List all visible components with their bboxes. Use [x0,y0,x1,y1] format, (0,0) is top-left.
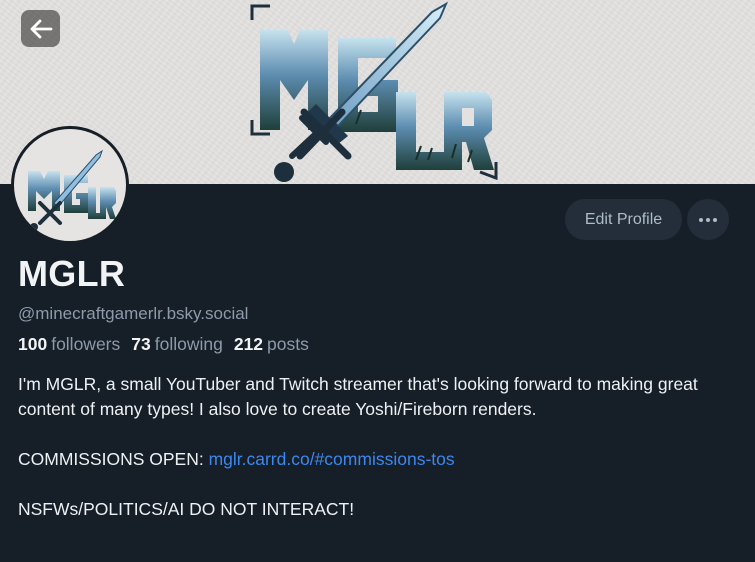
display-name: MGLR [18,253,126,294]
bio-intro: I'm MGLR, a small YouTuber and Twitch st… [18,374,698,419]
profile-bio: I'm MGLR, a small YouTuber and Twitch st… [18,372,738,522]
commissions-link[interactable]: mglr.carrd.co/#commissions-tos [209,449,455,469]
following-label: following [154,334,223,354]
posts-count: 212 [233,334,264,354]
followers-count: 100 [18,334,48,354]
arrow-left-icon [30,19,52,38]
more-options-button[interactable] [687,199,729,240]
back-button[interactable] [21,10,60,47]
ellipsis-icon [699,217,717,222]
posts-label: posts [267,334,309,354]
profile-stats: 100 followers 73 following 212 posts [18,334,309,355]
bio-commissions: COMMISSIONS OPEN: mglr.carrd.co/#commiss… [18,447,738,472]
commissions-prefix: COMMISSIONS OPEN: [18,449,209,469]
bio-notice: NSFWs/POLITICS/AI DO NOT INTERACT! [18,499,355,519]
posts-stat: 212 posts [234,334,309,355]
edit-profile-button[interactable]: Edit Profile [565,199,682,240]
banner-logo-image [250,1,498,182]
followers-label: followers [51,334,121,354]
profile-handle: @minecraftgamerlr.bsky.social [18,304,249,323]
following-count: 73 [131,334,151,354]
followers-stat[interactable]: 100 followers [18,334,120,355]
avatar[interactable] [11,126,129,244]
following-stat[interactable]: 73 following [131,334,223,355]
avatar-logo-image [28,149,116,231]
